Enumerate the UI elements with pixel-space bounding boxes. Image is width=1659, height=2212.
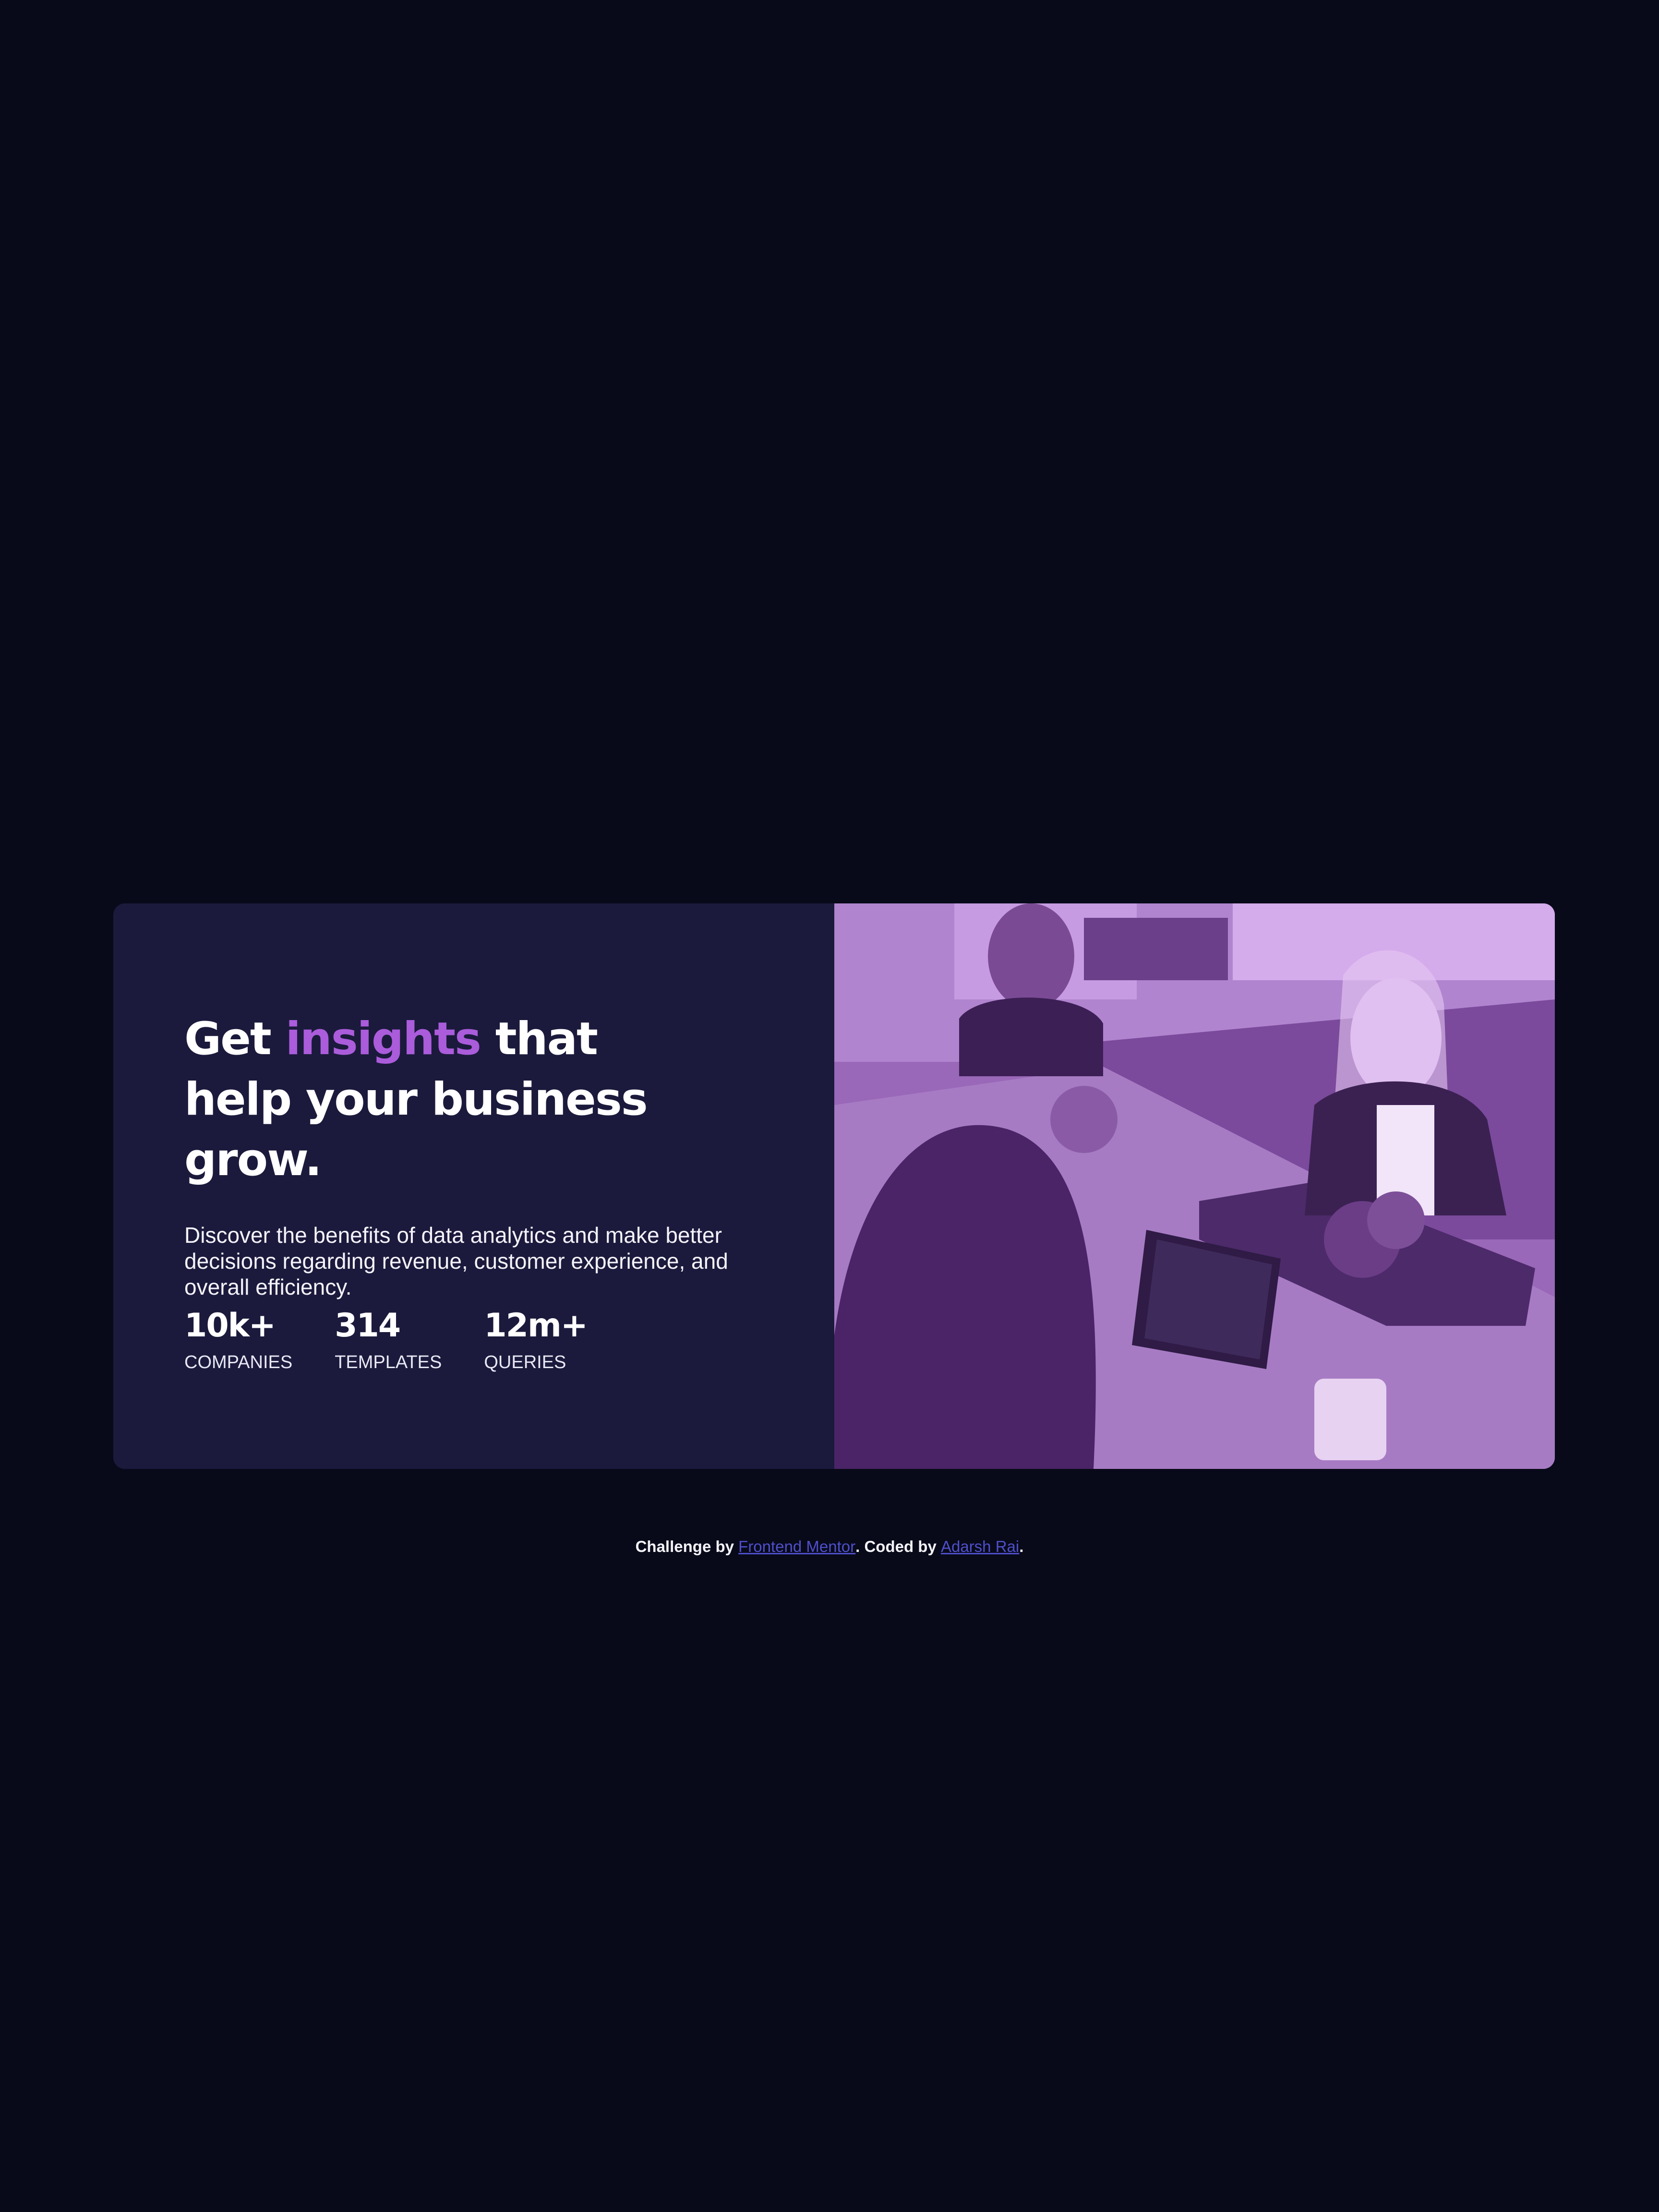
card-headline: Get insights that help your business gro… <box>184 1009 712 1190</box>
office-team-image <box>834 903 1555 1469</box>
stat-label: TEMPLATES <box>335 1352 442 1372</box>
stat-templates: 314 TEMPLATES <box>335 1307 442 1373</box>
card-description: Discover the benefits of data analytics … <box>184 1223 728 1299</box>
stat-queries: 12m+ QUERIES <box>484 1307 588 1373</box>
stat-value: 10k+ <box>184 1307 276 1345</box>
stat-companies: 10k+ COMPANIES <box>184 1307 292 1373</box>
page: { "card": { "headline": { "prefix": "Get… <box>0 0 1659 2212</box>
stats-preview-card: Get insights that help your business gro… <box>113 903 1555 1469</box>
headline-prefix: Get <box>184 1013 286 1065</box>
footer-challenge-prefix: Challenge by <box>635 1538 739 1555</box>
headline-accent: insights <box>285 1013 481 1065</box>
stat-value: 314 <box>335 1307 401 1345</box>
attribution-footer: Challenge by Frontend Mentor. Coded by A… <box>0 1537 1659 1556</box>
author-link[interactable]: Adarsh Rai <box>941 1538 1019 1555</box>
footer-coded-prefix: . Coded by <box>855 1538 941 1555</box>
stats-row: 10k+ COMPANIES 314 TEMPLATES 12m+ QUERIE… <box>184 1307 629 1373</box>
stat-label: QUERIES <box>484 1352 566 1372</box>
stat-label: COMPANIES <box>184 1352 293 1372</box>
stat-value: 12m+ <box>484 1307 588 1345</box>
frontend-mentor-link[interactable]: Frontend Mentor <box>738 1538 855 1555</box>
card-text-panel: Get insights that help your business gro… <box>113 903 834 1469</box>
footer-suffix: . <box>1019 1538 1024 1555</box>
office-team-photo-icon <box>834 903 1555 1469</box>
